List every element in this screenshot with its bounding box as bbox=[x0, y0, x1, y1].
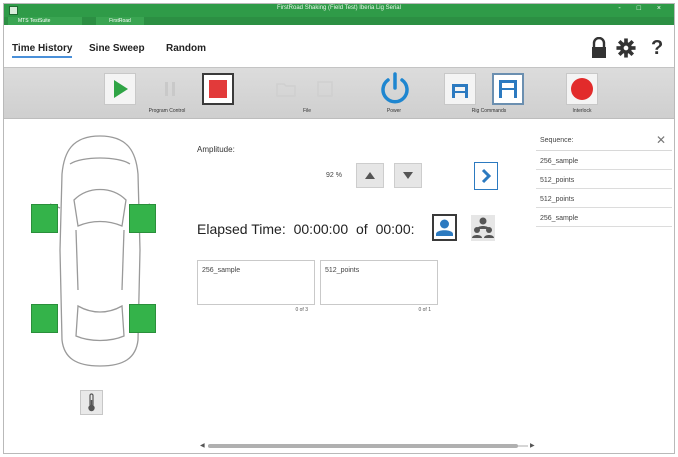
triangle-down-icon bbox=[403, 172, 413, 179]
scroll-thumb[interactable] bbox=[208, 444, 518, 448]
amplitude-label: Amplitude: bbox=[197, 145, 235, 154]
tab-random[interactable]: Random bbox=[166, 43, 206, 54]
scroll-right-icon[interactable]: ▶ bbox=[530, 442, 535, 449]
pause-icon bbox=[165, 82, 175, 96]
person-icon bbox=[436, 219, 453, 236]
sequence-card-count: 0 of 3 bbox=[295, 307, 308, 313]
single-run-button[interactable] bbox=[432, 214, 457, 241]
window-controls[interactable]: - □ × bbox=[618, 5, 668, 12]
sequence-card-name: 256_sample bbox=[202, 267, 241, 274]
maximize-button[interactable]: □ bbox=[637, 5, 648, 12]
product-label[interactable]: FirstRoad bbox=[96, 17, 144, 25]
sequence-list-item[interactable]: 512_points bbox=[536, 191, 672, 208]
minimize-button[interactable]: - bbox=[618, 5, 627, 12]
play-icon bbox=[114, 80, 128, 98]
sequence-list-item[interactable]: 256_sample bbox=[536, 210, 672, 227]
tab-time-history[interactable]: Time History bbox=[12, 43, 73, 58]
elapsed-label: Elapsed Time: bbox=[197, 221, 286, 237]
sequence-card-name: 512_points bbox=[325, 267, 360, 274]
elapsed-total: 00:00: bbox=[375, 221, 415, 237]
sequence-header: Sequence: ✕ bbox=[536, 131, 672, 151]
clear-sequence-icon[interactable]: ✕ bbox=[654, 133, 668, 147]
rig-down-button[interactable] bbox=[444, 73, 476, 105]
close-window-button[interactable]: × bbox=[657, 5, 668, 12]
scroll-left-icon[interactable]: ◀ bbox=[200, 442, 205, 449]
rig-commands-label: Rig Commands bbox=[471, 108, 507, 114]
vehicle-panel bbox=[4, 120, 184, 453]
elapsed-time: Elapsed Time: 00:00:00 of 00:00: bbox=[197, 221, 419, 237]
ribbon-bar: MTS TestSuite FirstRoad bbox=[4, 17, 674, 25]
lock-icon[interactable] bbox=[589, 37, 609, 59]
chevron-right-icon bbox=[481, 168, 492, 184]
help-icon[interactable]: ? bbox=[651, 37, 671, 59]
app-window: FirstRoad Shaking (Field Test) Iberia Li… bbox=[3, 3, 675, 454]
sequence-card[interactable]: 512_points 0 of 1 bbox=[320, 260, 438, 313]
brand-label: MTS TestSuite bbox=[8, 17, 82, 25]
gear-icon[interactable] bbox=[616, 37, 636, 59]
rig-up-icon bbox=[499, 80, 517, 98]
amplitude-down-button[interactable] bbox=[394, 163, 422, 188]
program-control-label: Program Control bbox=[148, 108, 186, 114]
file-save-button[interactable] bbox=[309, 73, 341, 105]
power-label: Power bbox=[386, 108, 402, 114]
power-button[interactable] bbox=[376, 70, 412, 106]
tire-front-left[interactable] bbox=[31, 204, 58, 233]
nav-bar: Time History Sine Sweep Random ? bbox=[4, 25, 674, 67]
file-label: File bbox=[302, 108, 312, 114]
amplitude-value[interactable]: 92 % bbox=[306, 168, 346, 184]
interlock-icon bbox=[571, 78, 593, 100]
horizontal-scrollbar[interactable]: ◀ ▶ bbox=[200, 442, 537, 449]
power-icon bbox=[381, 72, 409, 104]
triangle-up-icon bbox=[365, 172, 375, 179]
rig-down-icon bbox=[452, 84, 468, 98]
toolbar: Program Control File Power Rig Commands … bbox=[4, 67, 674, 119]
window-title: FirstRoad Shaking (Field Test) Iberia Li… bbox=[277, 5, 401, 11]
tire-rear-right[interactable] bbox=[129, 304, 156, 333]
file-open-button[interactable] bbox=[270, 73, 302, 105]
thermometer-icon bbox=[88, 393, 95, 412]
next-button[interactable] bbox=[474, 162, 498, 190]
title-bar: FirstRoad Shaking (Field Test) Iberia Li… bbox=[4, 4, 674, 17]
car-outline-icon bbox=[49, 135, 151, 367]
elapsed-value: 00:00:00 bbox=[293, 221, 349, 237]
elapsed-of: of bbox=[356, 221, 368, 237]
interlock-button[interactable] bbox=[566, 73, 598, 105]
play-button[interactable] bbox=[104, 73, 136, 105]
stop-button[interactable] bbox=[202, 73, 234, 105]
stop-icon bbox=[209, 80, 227, 98]
folder-icon bbox=[276, 83, 296, 97]
sequence-label: Sequence: bbox=[540, 137, 574, 144]
sequence-card-count: 0 of 1 bbox=[418, 307, 431, 313]
temperature-button[interactable] bbox=[80, 390, 103, 415]
people-group-icon bbox=[472, 217, 494, 238]
tab-sine-sweep[interactable]: Sine Sweep bbox=[89, 43, 145, 54]
sequence-list-item[interactable]: 512_points bbox=[536, 172, 672, 189]
group-run-button[interactable] bbox=[471, 215, 495, 241]
sequence-list-item[interactable]: 256_sample bbox=[536, 153, 672, 170]
rig-up-button[interactable] bbox=[492, 73, 524, 105]
tire-rear-left[interactable] bbox=[31, 304, 58, 333]
amplitude-up-button[interactable] bbox=[356, 163, 384, 188]
tire-front-right[interactable] bbox=[129, 204, 156, 233]
pause-button[interactable] bbox=[154, 73, 186, 105]
sequence-card[interactable]: 256_sample 0 of 3 bbox=[197, 260, 315, 313]
save-icon bbox=[317, 81, 333, 97]
interlock-label: Interlock bbox=[572, 108, 592, 114]
